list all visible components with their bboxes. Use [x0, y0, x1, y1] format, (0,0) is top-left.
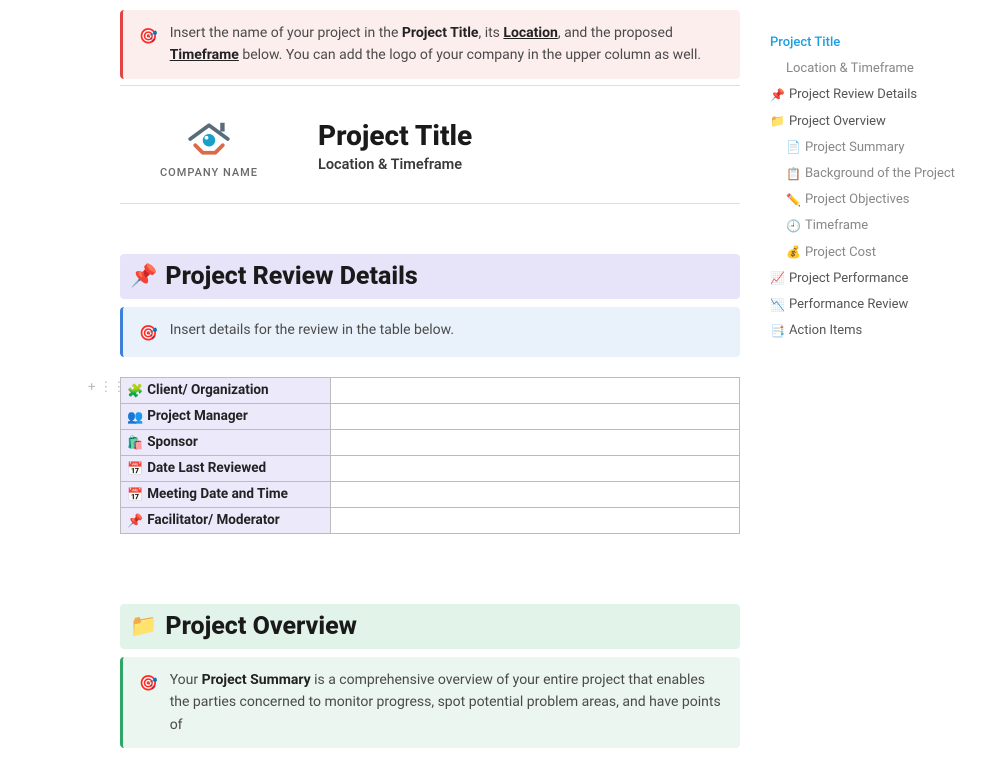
outline-sidebar: Project TitleLocation & Timeframe📌Projec… [760, 0, 980, 764]
title-column: Project Title Location & Timeframe [318, 119, 472, 173]
outline-item[interactable]: 📋Background of the Project [770, 161, 970, 187]
row-label: 📌 Facilitator/ Moderator [121, 507, 331, 533]
outline-item-label: Project Cost [805, 244, 876, 262]
outline-item-label: Project Objectives [805, 191, 909, 209]
row-value[interactable] [331, 507, 740, 533]
outline-item[interactable]: Project Title [770, 30, 970, 56]
title-block: COMPANY NAME Project Title Location & Ti… [120, 104, 740, 197]
row-value[interactable] [331, 481, 740, 507]
row-value[interactable] [331, 455, 740, 481]
row-icon: 🧩 [127, 384, 143, 399]
outline-item[interactable]: Location & Timeframe [770, 56, 970, 82]
outline-list: Project TitleLocation & Timeframe📌Projec… [770, 30, 970, 344]
row-label-text: Sponsor [147, 434, 198, 450]
section-header-overview[interactable]: 📁 Project Overview [120, 604, 740, 649]
main-content: 🎯 Insert the name of your project in the… [0, 0, 760, 764]
outline-item[interactable]: 💰Project Cost [770, 240, 970, 266]
table-row[interactable]: 📌 Facilitator/ Moderator [121, 507, 740, 533]
outline-item-label: Project Overview [789, 113, 886, 131]
overview-callout: 🎯 Your Project Summary is a comprehensiv… [120, 657, 740, 748]
outline-item-label: Background of the Project [805, 165, 955, 183]
folder-icon: 📁 [130, 614, 157, 639]
outline-item-label: Performance Review [789, 296, 908, 314]
outline-item[interactable]: ✏️Project Objectives [770, 187, 970, 213]
row-icon: 👥 [127, 410, 143, 425]
outline-item-icon: 📑 [770, 323, 785, 340]
row-icon: 🛍️ [127, 436, 143, 451]
row-label-text: Project Manager [147, 408, 248, 424]
outline-item-label: Timeframe [805, 217, 868, 235]
outline-item-icon: ✏️ [786, 192, 801, 209]
table-row[interactable]: 🧩 Client/ Organization [121, 377, 740, 403]
outline-item-icon: 📁 [770, 113, 785, 130]
company-logo-icon [174, 114, 244, 164]
outline-item-label: Project Summary [805, 139, 905, 157]
table-row[interactable]: 📅 Meeting Date and Time [121, 481, 740, 507]
intro-callout-text: Insert the name of your project in the P… [170, 22, 724, 67]
row-value[interactable] [331, 403, 740, 429]
section-title-review: Project Review Details [165, 262, 417, 291]
plus-icon[interactable]: + [88, 380, 95, 395]
row-value[interactable] [331, 377, 740, 403]
row-label: 🛍️ Sponsor [121, 429, 331, 455]
details-table[interactable]: 🧩 Client/ Organization 👥 Project Manager 🛍️ S… [120, 377, 740, 534]
outline-item-label: Project Review Details [789, 86, 917, 104]
row-icon: 📌 [127, 514, 143, 529]
table-row[interactable]: 👥 Project Manager [121, 403, 740, 429]
outline-item[interactable]: 📁Project Overview [770, 109, 970, 135]
outline-item[interactable]: 🕘Timeframe [770, 213, 970, 239]
row-icon: 📅 [127, 488, 143, 503]
row-label: 📅 Date Last Reviewed [121, 455, 331, 481]
company-name: COMPANY NAME [160, 166, 258, 179]
review-callout-text: Insert details for the review in the tab… [170, 319, 454, 341]
overview-callout-text: Your Project Summary is a comprehensive … [170, 669, 724, 736]
row-label: 🧩 Client/ Organization [121, 377, 331, 403]
divider [120, 203, 740, 204]
section-title-overview: Project Overview [165, 612, 356, 641]
page-title[interactable]: Project Title [318, 119, 472, 152]
intro-callout: 🎯 Insert the name of your project in the… [120, 10, 740, 79]
table-row[interactable]: 🛍️ Sponsor [121, 429, 740, 455]
outline-item[interactable]: 📄Project Summary [770, 135, 970, 161]
outline-item-icon: 📌 [770, 87, 785, 104]
outline-item-icon: 🕘 [786, 218, 801, 235]
target-icon: 🎯 [139, 24, 158, 48]
row-controls[interactable]: + ⋮⋮ [88, 380, 125, 395]
outline-item-icon: 💰 [786, 244, 801, 261]
row-icon: 📅 [127, 462, 143, 477]
outline-item[interactable]: 📑Action Items [770, 318, 970, 344]
pushpin-icon: 📌 [130, 264, 157, 289]
page-subtitle[interactable]: Location & Timeframe [318, 156, 472, 173]
details-table-wrap: + ⋮⋮ 🧩Client/ Organization👥Project Manag… [120, 377, 740, 534]
row-label: 👥 Project Manager [121, 403, 331, 429]
row-label-text: Client/ Organization [147, 382, 268, 398]
target-icon: 🎯 [139, 671, 158, 695]
divider [120, 85, 740, 86]
review-callout: 🎯 Insert details for the review in the t… [120, 307, 740, 357]
outline-item-label: Location & Timeframe [786, 60, 914, 78]
row-label: 📅 Meeting Date and Time [121, 481, 331, 507]
outline-item-icon: 📄 [786, 139, 801, 156]
outline-item[interactable]: 📌Project Review Details [770, 82, 970, 108]
outline-item[interactable]: 📈Project Performance [770, 266, 970, 292]
row-label-text: Facilitator/ Moderator [147, 512, 280, 528]
logo-column: COMPANY NAME [160, 114, 258, 179]
outline-item-label: Action Items [789, 322, 862, 340]
row-value[interactable] [331, 429, 740, 455]
row-label-text: Date Last Reviewed [147, 460, 266, 476]
drag-handle-icon[interactable]: ⋮⋮ [99, 380, 125, 395]
row-label-text: Meeting Date and Time [147, 486, 288, 502]
outline-item[interactable]: 📉Performance Review [770, 292, 970, 318]
outline-item-label: Project Title [770, 34, 840, 52]
outline-item-label: Project Performance [789, 270, 908, 288]
section-header-review[interactable]: 📌 Project Review Details [120, 254, 740, 299]
outline-item-icon: 📉 [770, 297, 785, 314]
table-row[interactable]: 📅 Date Last Reviewed [121, 455, 740, 481]
target-icon: 🎯 [139, 321, 158, 345]
outline-item-icon: 📋 [786, 166, 801, 183]
outline-item-icon: 📈 [770, 270, 785, 287]
